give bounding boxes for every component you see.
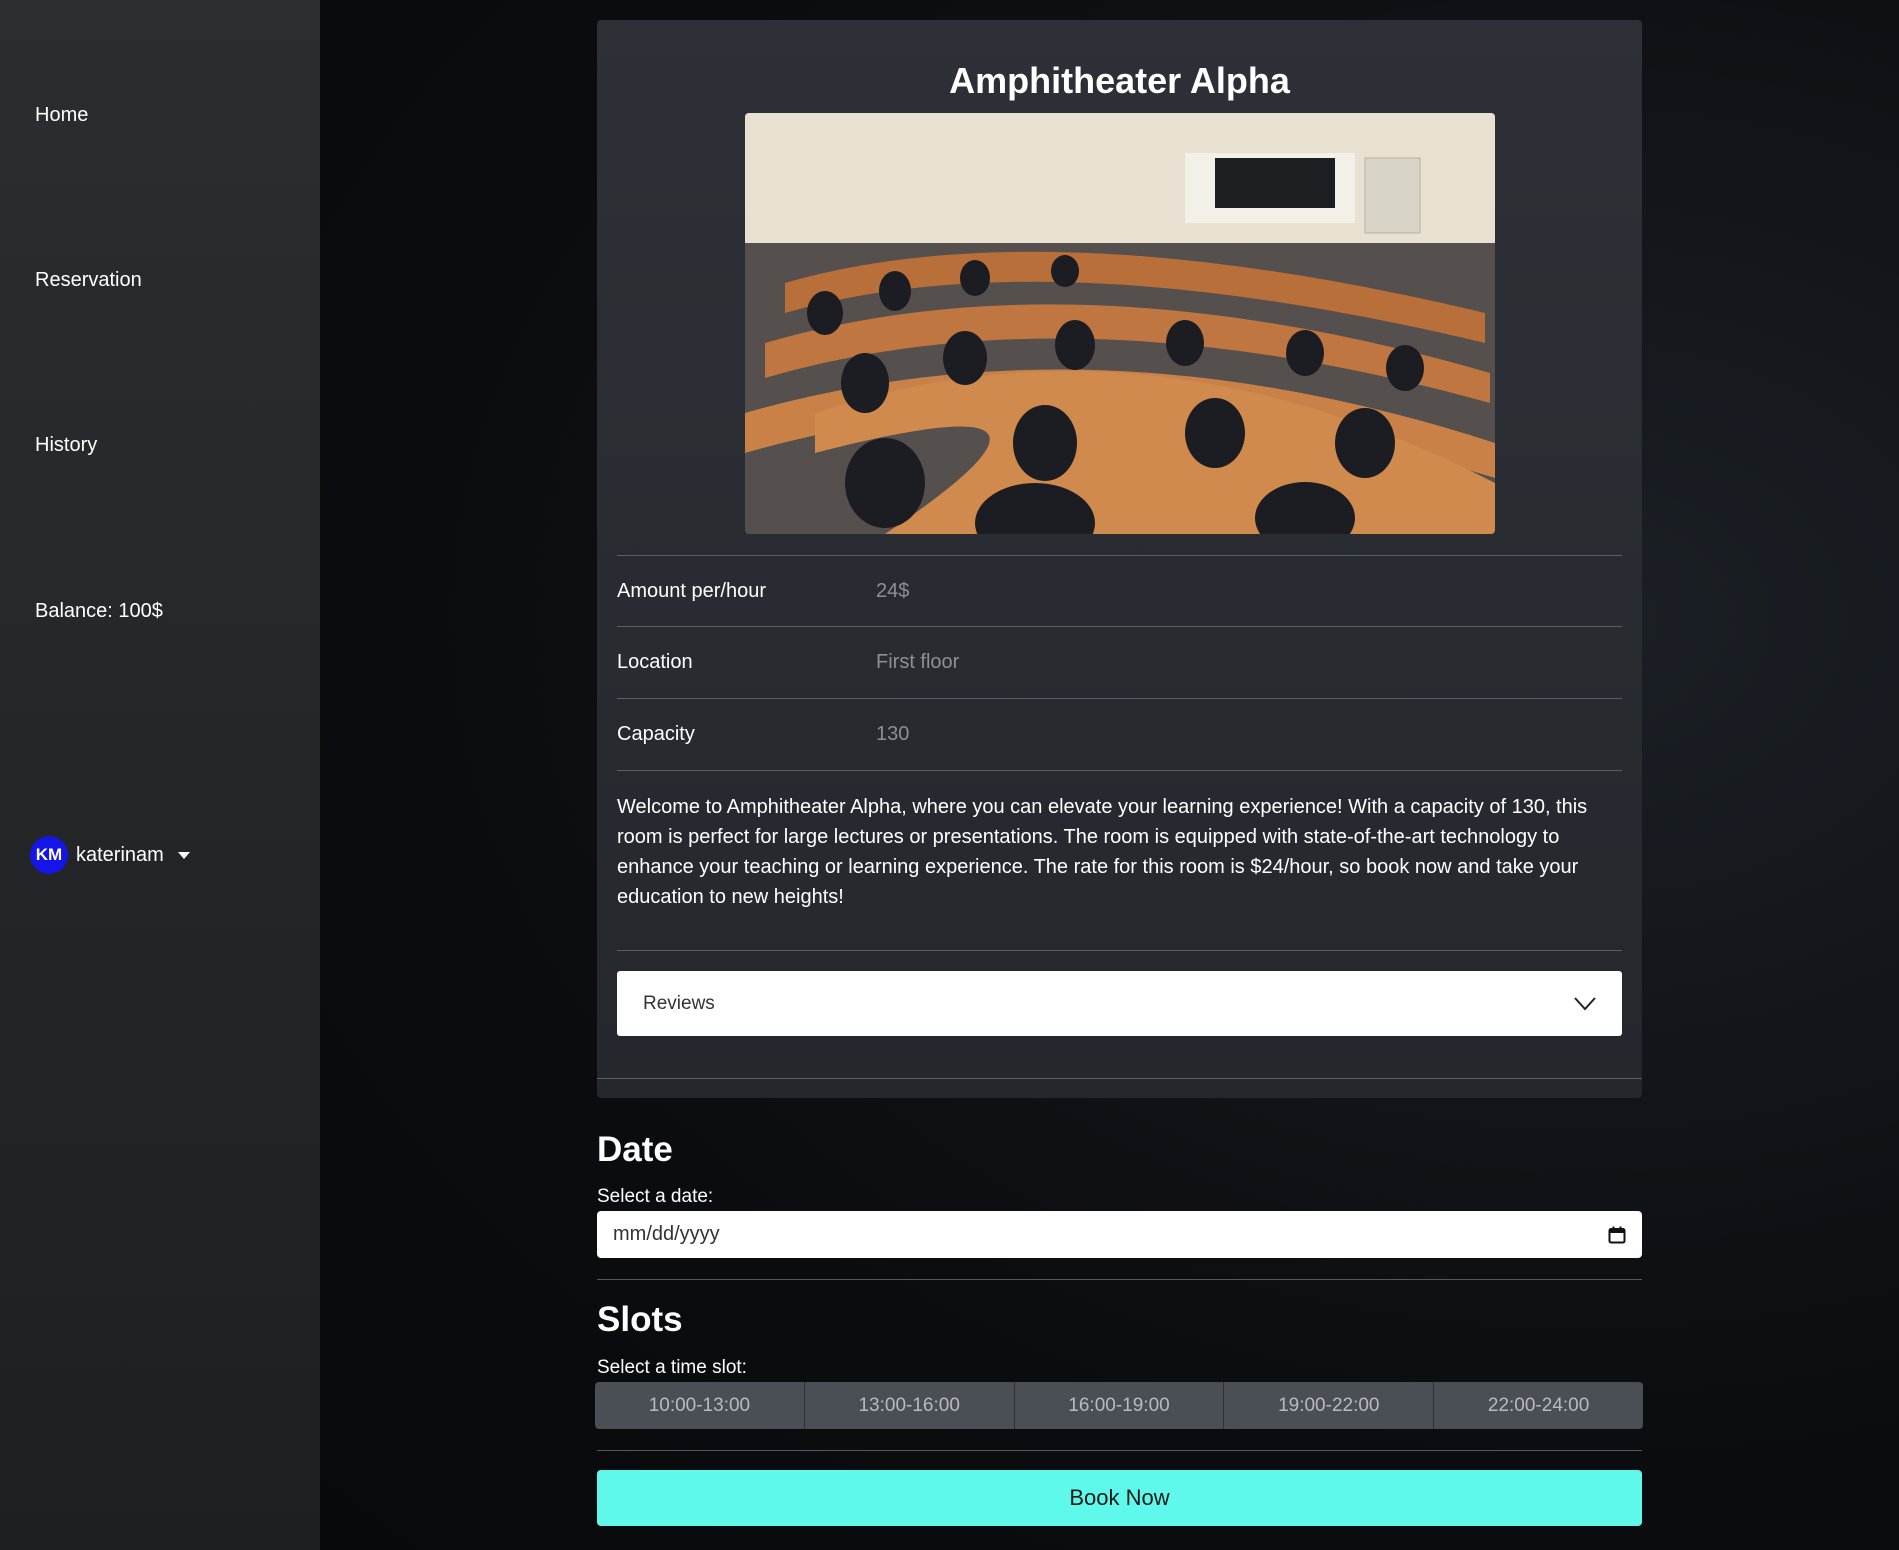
calendar-icon[interactable] [1608,1226,1626,1244]
room-description: Welcome to Amphitheater Alpha, where you… [617,796,1588,908]
time-slot-button[interactable]: 19:00-22:00 [1224,1382,1435,1429]
slots-title: Slots [597,1300,683,1339]
time-slot-group: 10:00-13:00 13:00-16:00 16:00-19:00 19:0… [595,1382,1643,1429]
date-title: Date [597,1130,673,1169]
sidebar-item-history[interactable]: History [35,434,97,457]
divider [617,950,1622,951]
detail-label: Capacity [617,723,695,745]
balance-text: Balance: 100$ [35,600,163,622]
username: katerinam [76,843,164,866]
room-photo [745,113,1495,534]
detail-row-capacity: Capacity 130 [617,698,1622,770]
sidebar: Home Reservation History Balance: 100$ K… [0,0,320,1550]
detail-label: Location [617,651,693,673]
divider [617,770,1622,771]
date-placeholder: mm/dd/yyyy [613,1223,720,1245]
reviews-label: Reviews [643,992,715,1014]
date-input[interactable]: mm/dd/yyyy [597,1211,1642,1258]
caret-down-icon [177,851,190,859]
sidebar-item-reservation[interactable]: Reservation [35,269,142,292]
sidebar-item-home[interactable]: Home [35,104,88,127]
detail-row-amount: Amount per/hour 24$ [617,555,1622,627]
divider [597,1450,1642,1451]
time-slot-button[interactable]: 22:00-24:00 [1434,1382,1643,1429]
time-slot-button[interactable]: 13:00-16:00 [804,1382,1015,1429]
detail-value: 24$ [876,580,910,602]
detail-label: Amount per/hour [617,580,766,602]
room-card: Amphitheater Alpha Amount per/hour 24$ L… [597,20,1642,1098]
chevron-down-icon [1574,996,1596,1010]
avatar: KM [30,836,68,874]
time-slot-button[interactable]: 16:00-19:00 [1014,1382,1225,1429]
time-slot-button[interactable]: 10:00-13:00 [595,1382,805,1429]
classroom-image [745,113,1495,534]
reviews-accordion[interactable]: Reviews [617,971,1622,1036]
detail-value: First floor [876,651,960,673]
divider [597,1078,1642,1079]
user-menu-toggle[interactable]: KM katerinam [30,836,190,874]
room-title: Amphitheater Alpha [949,60,1290,101]
app-root: Home Reservation History Balance: 100$ K… [0,0,1899,1550]
divider [597,1279,1642,1280]
book-now-button[interactable]: Book Now [597,1470,1642,1526]
slots-label: Select a time slot: [597,1357,747,1378]
detail-value: 130 [876,723,910,745]
date-label: Select a date: [597,1186,714,1207]
detail-row-location: Location First floor [617,626,1622,698]
